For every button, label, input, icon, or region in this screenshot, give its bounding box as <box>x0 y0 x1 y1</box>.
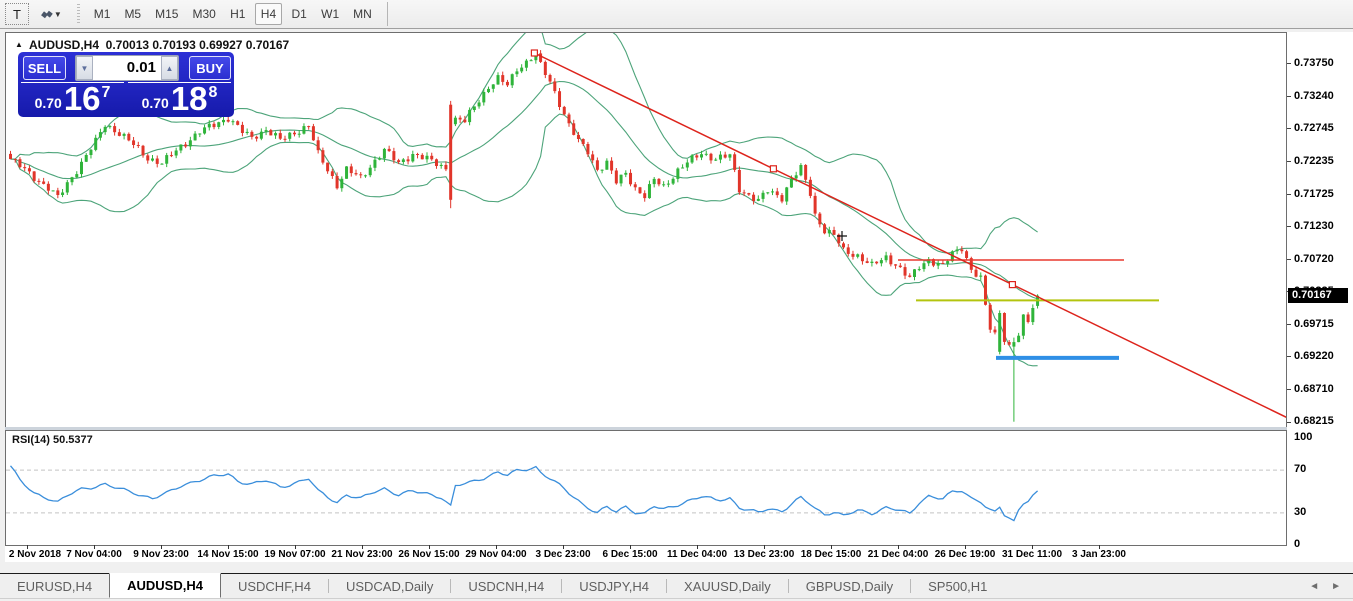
price-axis-label: 0.68215 <box>1294 415 1334 427</box>
time-axis-label: 21 Nov 23:00 <box>331 549 392 560</box>
timeframe-button-w1[interactable]: W1 <box>316 3 344 25</box>
rsi-value-readout: RSI(14) 50.5377 <box>12 434 93 446</box>
rsi-axis-label: 70 <box>1294 463 1306 475</box>
time-axis-label: 21 Dec 04:00 <box>868 549 929 560</box>
chart-tab-usdcad[interactable]: USDCAD,Daily <box>329 574 450 598</box>
time-axis-label: 26 Nov 15:00 <box>398 549 459 560</box>
price-axis-label: 0.72745 <box>1294 122 1334 134</box>
buy-price-pips: 18 <box>171 84 208 114</box>
chart-tab-usdjpy[interactable]: USDJPY,H4 <box>562 574 666 598</box>
chart-tab-sp500[interactable]: SP500,H1 <box>911 574 1004 598</box>
sell-price-prefix: 0.70 <box>35 95 62 111</box>
time-axis-label: 3 Jan 23:00 <box>1072 549 1126 560</box>
sell-price-display[interactable]: 0.70 16 7 <box>21 82 124 116</box>
time-axis-label: 31 Dec 11:00 <box>1002 549 1062 560</box>
time-axis-label: 3 Dec 23:00 <box>535 549 590 560</box>
price-tick <box>1287 194 1291 195</box>
time-axis-label: 7 Nov 04:00 <box>66 549 122 560</box>
volume-decrease-button[interactable]: ▼ <box>76 56 93 80</box>
chart-tab-bar: EURUSD,H4AUDUSD,H4USDCHF,H4USDCAD,DailyU… <box>0 573 1353 598</box>
chart-tab-eurusd[interactable]: EURUSD,H4 <box>0 574 109 598</box>
top-toolbar: T ◆◆ ▼ M1M5M15M30H1H4D1W1MN <box>0 0 1353 29</box>
time-axis[interactable]: 2 Nov 2018 7 Nov 04:00 9 Nov 23:00 14 Nov 1… <box>5 546 1287 562</box>
rsi-indicator-pane[interactable]: RSI(14) 50.5377 <box>5 430 1287 546</box>
price-axis[interactable]: 0.73750 0.73240 0.72745 0.72235 0.71725 0.712… <box>1287 32 1353 562</box>
price-tick <box>1287 63 1291 64</box>
price-tick <box>1287 259 1291 260</box>
rsi-axis-label: 30 <box>1294 506 1306 518</box>
time-axis-label: 13 Dec 23:00 <box>734 549 795 560</box>
rsi-chart[interactable] <box>6 431 1286 545</box>
diamond-markers-icon: ◆◆ <box>40 8 51 20</box>
price-axis-label: 0.73240 <box>1294 90 1334 102</box>
time-axis-label: 11 Dec 04:00 <box>667 549 727 560</box>
price-axis-label: 0.68710 <box>1294 383 1334 395</box>
tab-scroll-right-icon[interactable]: ► <box>1331 581 1341 592</box>
time-axis-label: 2 Nov 2018 <box>9 549 61 560</box>
tab-scroll-left-icon[interactable]: ◄ <box>1309 581 1319 592</box>
chart-tab-usdcnh[interactable]: USDCNH,H4 <box>451 574 561 598</box>
buy-button[interactable]: BUY <box>189 56 231 80</box>
toolbar-divider <box>387 2 388 26</box>
rsi-axis-label: 100 <box>1294 431 1312 443</box>
chart-tab-gbpusd[interactable]: GBPUSD,Daily <box>789 574 910 598</box>
sell-price-pips: 16 <box>64 84 101 114</box>
time-axis-label: 26 Dec 19:00 <box>935 549 996 560</box>
price-tick <box>1287 161 1291 162</box>
timeframe-button-h1[interactable]: H1 <box>225 3 251 25</box>
chart-tab-usdchf[interactable]: USDCHF,H4 <box>221 574 328 598</box>
tab-scroll-arrows: ◄► <box>1309 574 1353 598</box>
time-axis-label: 18 Dec 15:00 <box>801 549 862 560</box>
price-tick <box>1287 422 1291 423</box>
price-axis-label: 0.69220 <box>1294 350 1334 362</box>
time-axis-label: 14 Nov 15:00 <box>197 549 258 560</box>
timeframe-button-group: M1M5M15M30H1H4D1W1MN <box>87 3 379 25</box>
rsi-axis-label: 0 <box>1294 538 1300 550</box>
volume-increase-button[interactable]: ▲ <box>161 56 178 80</box>
timeframe-button-mn[interactable]: MN <box>348 3 377 25</box>
timeframe-button-h4[interactable]: H4 <box>255 3 282 25</box>
sell-button[interactable]: SELL <box>23 56 66 80</box>
time-axis-label: 19 Nov 07:00 <box>264 549 325 560</box>
timeframe-button-d1[interactable]: D1 <box>286 3 312 25</box>
timeframe-button-m15[interactable]: M15 <box>150 3 183 25</box>
price-axis-label: 0.70720 <box>1294 253 1334 265</box>
price-tick <box>1287 226 1291 227</box>
price-tick <box>1287 356 1291 357</box>
price-tick <box>1287 96 1291 97</box>
price-tick <box>1287 128 1291 129</box>
buy-price-display[interactable]: 0.70 18 8 <box>128 82 231 116</box>
current-price-tag: 0.70167 <box>1288 288 1348 303</box>
buy-price-prefix: 0.70 <box>142 95 169 111</box>
chart-tab-audusd[interactable]: AUDUSD,H4 <box>109 573 221 598</box>
time-axis-label: 6 Dec 15:00 <box>602 549 657 560</box>
sell-price-point: 7 <box>102 84 111 102</box>
time-axis-label: 9 Nov 23:00 <box>133 549 189 560</box>
price-axis-label: 0.69715 <box>1294 318 1334 330</box>
volume-input[interactable]: 0.01 <box>93 56 161 80</box>
timeframe-button-m5[interactable]: M5 <box>119 3 146 25</box>
text-tool-icon[interactable]: T <box>5 3 29 25</box>
timeframe-button-m30[interactable]: M30 <box>187 3 220 25</box>
buy-price-point: 8 <box>209 84 218 102</box>
chart-tab-xauusd[interactable]: XAUUSD,Daily <box>667 574 788 598</box>
price-tick <box>1287 324 1291 325</box>
volume-stepper: ▼ 0.01 ▲ <box>75 55 179 81</box>
toolbar-drag-handle[interactable] <box>76 4 81 24</box>
symbol-ohlc-readout: AUDUSD,H4 0.70013 0.70193 0.69927 0.7016… <box>29 38 289 52</box>
price-chart-pane[interactable]: ▲ AUDUSD,H4 0.70013 0.70193 0.69927 0.70… <box>5 32 1287 428</box>
arrow-marker-tool-button[interactable]: ◆◆ ▼ <box>37 3 66 25</box>
price-axis-label: 0.72235 <box>1294 155 1334 167</box>
one-click-trading-widget: SELL ▼ 0.01 ▲ BUY 0.70 16 7 0.70 18 8 <box>18 52 234 117</box>
price-axis-label: 0.73750 <box>1294 57 1334 69</box>
price-axis-label: 0.71230 <box>1294 220 1334 232</box>
timeframe-button-m1[interactable]: M1 <box>89 3 116 25</box>
price-tick <box>1287 389 1291 390</box>
price-axis-label: 0.71725 <box>1294 188 1334 200</box>
one-click-collapse-icon[interactable]: ▲ <box>15 40 23 49</box>
time-axis-label: 29 Nov 04:00 <box>465 549 526 560</box>
chevron-down-icon: ▼ <box>54 10 62 19</box>
